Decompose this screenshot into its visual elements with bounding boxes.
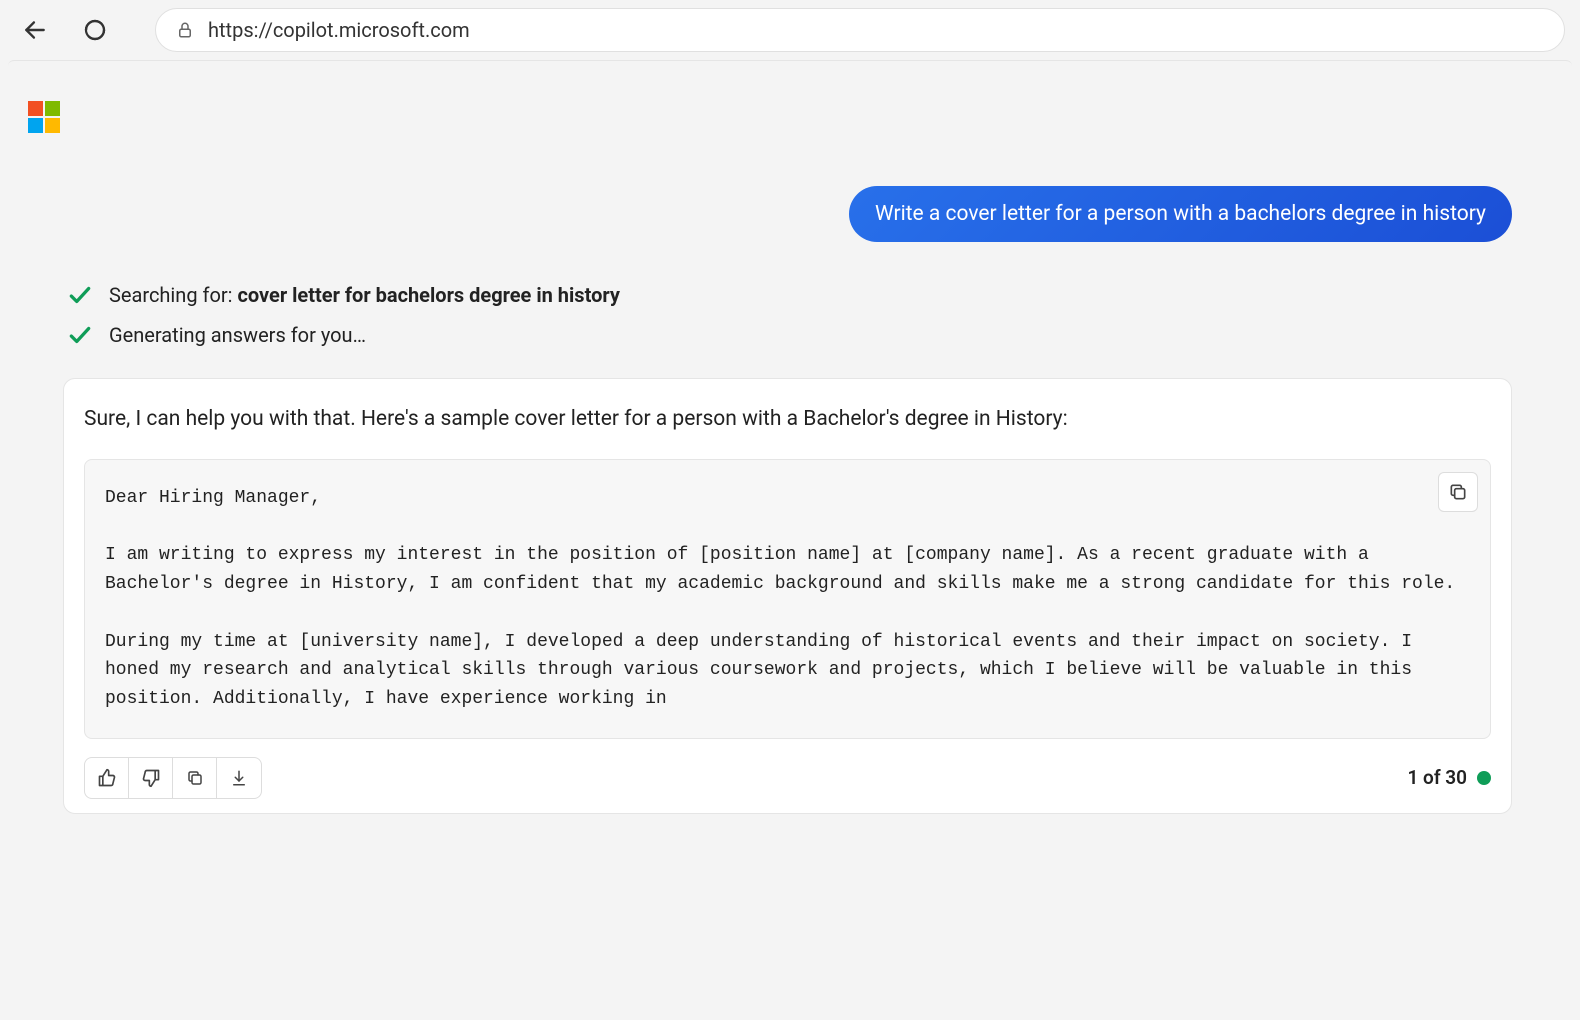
thumbs-down-icon bbox=[141, 768, 161, 788]
copy-response-button[interactable] bbox=[173, 758, 217, 798]
thumbs-up-button[interactable] bbox=[85, 758, 129, 798]
check-icon bbox=[67, 282, 93, 308]
response-actions bbox=[84, 757, 262, 799]
searching-query: cover letter for bachelors degree in his… bbox=[237, 283, 619, 307]
arrow-left-icon bbox=[22, 17, 48, 43]
thumbs-up-icon bbox=[97, 768, 117, 788]
page-content: Write a cover letter for a person with a… bbox=[8, 60, 1572, 814]
pagination-text: 1 of 30 bbox=[1407, 766, 1467, 789]
assistant-response-card: Sure, I can help you with that. Here's a… bbox=[63, 378, 1512, 814]
status-generating-text: Generating answers for you… bbox=[109, 323, 366, 347]
refresh-button[interactable] bbox=[75, 10, 115, 50]
user-message-row: Write a cover letter for a person with a… bbox=[63, 186, 1512, 242]
response-intro: Sure, I can help you with that. Here's a… bbox=[84, 403, 1491, 437]
status-searching: Searching for: cover letter for bachelor… bbox=[63, 282, 1512, 308]
status-generating: Generating answers for you… bbox=[63, 322, 1512, 348]
url-bar[interactable]: https://copilot.microsoft.com bbox=[155, 8, 1565, 52]
chat-container: Write a cover letter for a person with a… bbox=[8, 61, 1572, 814]
code-content: Dear Hiring Manager, I am writing to exp… bbox=[105, 488, 1455, 710]
download-icon bbox=[230, 769, 248, 787]
status-searching-text: Searching for: cover letter for bachelor… bbox=[109, 283, 620, 307]
user-message-bubble: Write a cover letter for a person with a… bbox=[849, 186, 1512, 242]
response-pagination: 1 of 30 bbox=[1407, 766, 1491, 789]
export-button[interactable] bbox=[217, 758, 261, 798]
microsoft-logo[interactable] bbox=[28, 101, 60, 133]
copy-icon bbox=[1448, 482, 1468, 502]
refresh-icon bbox=[83, 18, 107, 42]
copy-icon bbox=[186, 769, 204, 787]
browser-toolbar: https://copilot.microsoft.com bbox=[0, 0, 1580, 60]
thumbs-down-button[interactable] bbox=[129, 758, 173, 798]
status-dot-icon bbox=[1477, 771, 1491, 785]
code-block: Dear Hiring Manager, I am writing to exp… bbox=[84, 459, 1491, 739]
searching-prefix: Searching for: bbox=[109, 283, 237, 307]
response-footer: 1 of 30 bbox=[84, 757, 1491, 799]
lock-icon bbox=[176, 21, 194, 39]
copy-code-button[interactable] bbox=[1438, 472, 1478, 512]
url-text: https://copilot.microsoft.com bbox=[208, 18, 470, 42]
check-icon bbox=[67, 322, 93, 348]
back-button[interactable] bbox=[15, 10, 55, 50]
